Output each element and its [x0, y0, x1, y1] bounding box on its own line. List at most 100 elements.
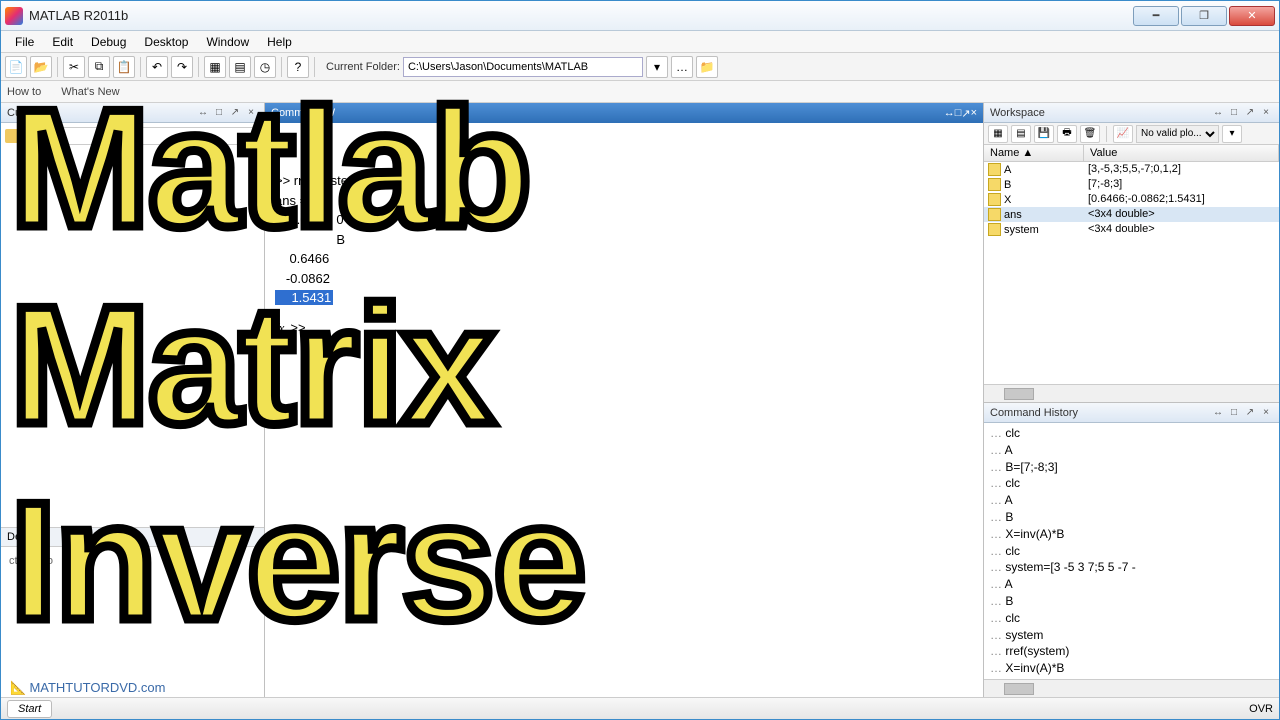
- separator: [1106, 126, 1107, 142]
- history-line[interactable]: clc: [990, 425, 1273, 442]
- import-icon[interactable]: ▤: [1011, 125, 1031, 143]
- workspace-var-row[interactable]: X[0.6466;-0.0862;1.5431]: [984, 192, 1279, 207]
- workspace-var-row[interactable]: ans<3x4 double>: [984, 207, 1279, 222]
- undock-icon[interactable]: ↗: [1243, 406, 1257, 420]
- matlab-logo-icon: [5, 7, 23, 25]
- col-name-header[interactable]: Name ▲: [984, 145, 1084, 161]
- separator: [281, 57, 282, 77]
- cmd-line: -0.0862: [275, 269, 973, 289]
- maximize-panel-icon[interactable]: □: [1227, 406, 1241, 420]
- new-file-icon[interactable]: 📄: [5, 56, 27, 78]
- close-panel-icon[interactable]: ×: [244, 106, 258, 120]
- history-body[interactable]: clcAB=[7;-8;3]clcABX=inv(A)*Bclcsystem=[…: [984, 423, 1279, 679]
- help-icon[interactable]: ?: [287, 56, 309, 78]
- history-line[interactable]: A: [990, 576, 1273, 593]
- scroll-thumb[interactable]: [1004, 388, 1034, 400]
- new-var-icon[interactable]: ▦: [988, 125, 1008, 143]
- maximize-panel-icon[interactable]: □: [955, 107, 962, 119]
- menu-desktop[interactable]: Desktop: [136, 33, 196, 51]
- workspace-toolbar: ▦ ▤ 💾 🖶 🗑 📈 No valid plo... ▾: [984, 123, 1279, 145]
- history-line[interactable]: A: [990, 492, 1273, 509]
- menu-debug[interactable]: Debug: [83, 33, 134, 51]
- workspace-var-row[interactable]: A[3,-5,3;5,5,-7;0,1,2]: [984, 162, 1279, 177]
- history-line[interactable]: system=[3 -5 3 7;5 5 -7 -: [990, 559, 1273, 576]
- save-ws-icon[interactable]: 💾: [1034, 125, 1054, 143]
- history-line[interactable]: clc: [990, 475, 1273, 492]
- paste-icon[interactable]: 📋: [113, 56, 135, 78]
- scroll-thumb[interactable]: [1004, 683, 1034, 695]
- command-window-body[interactable]: >> rref(system) ans = 1.0 0 0.6466 B 0.6…: [265, 123, 983, 697]
- shortcut-howto[interactable]: How to: [7, 86, 41, 98]
- open-folder-icon[interactable]: 📂: [30, 56, 52, 78]
- profiler-icon[interactable]: ◷: [254, 56, 276, 78]
- plot-selector[interactable]: No valid plo...: [1136, 125, 1219, 143]
- close-panel-icon[interactable]: ×: [971, 107, 977, 119]
- dock-icon[interactable]: ↔: [1211, 406, 1225, 420]
- guide-icon[interactable]: ▤: [229, 56, 251, 78]
- history-line[interactable]: B=[7;-8;3]: [990, 459, 1273, 476]
- copy-icon[interactable]: ⧉: [88, 56, 110, 78]
- history-line[interactable]: clc: [990, 610, 1273, 627]
- maximize-panel-icon[interactable]: □: [1227, 106, 1241, 120]
- mathtutordvd-logo: 📐 MATHTUTORDVD.com: [10, 680, 165, 696]
- dock-icon[interactable]: ↔: [1211, 106, 1225, 120]
- workspace-var-row[interactable]: system<3x4 double>: [984, 222, 1279, 237]
- history-line[interactable]: X=inv(A)*B: [990, 660, 1273, 677]
- start-button[interactable]: Start: [7, 700, 52, 718]
- details-collapse-icon[interactable]: ⌄: [33, 531, 42, 544]
- dock-icon[interactable]: ↔: [944, 107, 955, 119]
- undo-icon[interactable]: ↶: [146, 56, 168, 78]
- menu-window[interactable]: Window: [198, 33, 257, 51]
- var-value: <3x4 double>: [1084, 223, 1279, 236]
- undock-icon[interactable]: ↗: [228, 106, 242, 120]
- maximize-button[interactable]: ❐: [1181, 6, 1227, 26]
- menu-help[interactable]: Help: [259, 33, 300, 51]
- history-scrollbar[interactable]: [984, 679, 1279, 697]
- plot-dropdown-icon[interactable]: ▾: [1222, 125, 1242, 143]
- up-folder-icon[interactable]: 📁: [696, 56, 718, 78]
- browse-folder-icon[interactable]: …: [671, 56, 693, 78]
- close-button[interactable]: ✕: [1229, 6, 1275, 26]
- undock-icon[interactable]: ↗: [961, 107, 970, 120]
- folder-search-input[interactable]: [25, 127, 260, 145]
- close-panel-icon[interactable]: ×: [1259, 406, 1273, 420]
- separator: [198, 57, 199, 77]
- variable-icon: [988, 193, 1001, 206]
- variable-icon: [988, 208, 1001, 221]
- simulink-icon[interactable]: ▦: [204, 56, 226, 78]
- history-line[interactable]: system: [990, 627, 1273, 644]
- history-line[interactable]: A: [990, 442, 1273, 459]
- separator: [140, 57, 141, 77]
- ovr-indicator: OVR: [1249, 703, 1273, 715]
- current-folder-input[interactable]: [403, 57, 643, 77]
- cut-icon[interactable]: ✂: [63, 56, 85, 78]
- workspace-scrollbar[interactable]: [984, 384, 1279, 402]
- shortcut-whatsnew[interactable]: What's New: [61, 86, 119, 98]
- col-value-header[interactable]: Value: [1084, 145, 1279, 161]
- close-panel-icon[interactable]: ×: [1259, 106, 1273, 120]
- plot-icon[interactable]: 📈: [1113, 125, 1133, 143]
- undock-icon[interactable]: ↗: [1243, 106, 1257, 120]
- selected-value[interactable]: 1.5431: [275, 290, 333, 305]
- minimize-button[interactable]: ━: [1133, 6, 1179, 26]
- history-line[interactable]: B: [990, 509, 1273, 526]
- history-line[interactable]: rref(system): [990, 643, 1273, 660]
- maximize-panel-icon[interactable]: □: [212, 106, 226, 120]
- history-line[interactable]: clc: [990, 543, 1273, 560]
- menu-edit[interactable]: Edit: [44, 33, 81, 51]
- dock-icon[interactable]: ↔: [196, 106, 210, 120]
- fx-icon[interactable]: fx: [275, 318, 284, 338]
- delete-var-icon[interactable]: 🗑: [1080, 125, 1100, 143]
- redo-icon[interactable]: ↷: [171, 56, 193, 78]
- current-folder-header: Cu ↔ □ ↗ ×: [1, 103, 264, 123]
- prompt-row[interactable]: fx >>: [275, 318, 973, 338]
- print-icon[interactable]: 🖶: [1057, 125, 1077, 143]
- menu-file[interactable]: File: [7, 33, 42, 51]
- folder-dropdown-icon[interactable]: ▾: [646, 56, 668, 78]
- details-header[interactable]: Detai ⌄: [1, 527, 264, 547]
- history-line[interactable]: X=inv(A)*B: [990, 526, 1273, 543]
- main-toolbar: 📄 📂 ✂ ⧉ 📋 ↶ ↷ ▦ ▤ ◷ ? Current Folder: ▾ …: [1, 53, 1279, 81]
- var-value: <3x4 double>: [1084, 208, 1279, 221]
- workspace-var-row[interactable]: B[7;-8;3]: [984, 177, 1279, 192]
- history-line[interactable]: B: [990, 593, 1273, 610]
